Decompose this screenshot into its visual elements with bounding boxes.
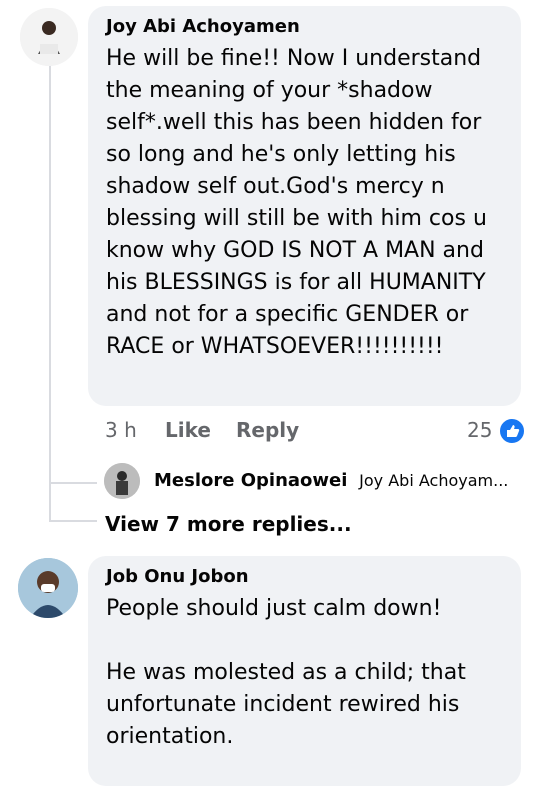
thread-line [49, 64, 51, 520]
comment-bubble: Joy Abi Achoyamen He will be fine!! Now … [88, 6, 521, 406]
comment-author[interactable]: Joy Abi Achoyamen [106, 16, 503, 37]
person-photo-icon [104, 463, 140, 499]
comment-text: People should just calm down! He was mol… [106, 596, 466, 749]
reaction-count[interactable]: 25 [467, 418, 492, 442]
like-icon[interactable] [498, 417, 526, 445]
reply-avatar[interactable] [104, 463, 140, 499]
reply-text: Joy Abi Achoyam... [359, 471, 509, 490]
comment-bubble: Job Onu Jobon People should just calm do… [88, 556, 521, 786]
comment-author[interactable]: Job Onu Jobon [106, 566, 503, 587]
like-button[interactable]: Like [165, 418, 211, 442]
thread-connector [49, 482, 97, 484]
reply-preview[interactable]: Meslore Opinaowei Joy Abi Achoyam... [154, 470, 508, 491]
person-photo-icon [18, 558, 78, 618]
view-more-replies[interactable]: View 7 more replies... [105, 512, 352, 536]
reply-button[interactable]: Reply [236, 418, 299, 442]
thumbs-up-icon [507, 425, 520, 437]
thread-connector [49, 520, 97, 522]
person-photo-icon [20, 8, 78, 66]
comment-text: He will be fine!! Now I understand the m… [106, 46, 487, 359]
avatar[interactable] [18, 558, 78, 618]
reply-author[interactable]: Meslore Opinaowei [154, 470, 347, 491]
comment-time[interactable]: 3 h [105, 418, 137, 442]
avatar[interactable] [20, 8, 78, 66]
